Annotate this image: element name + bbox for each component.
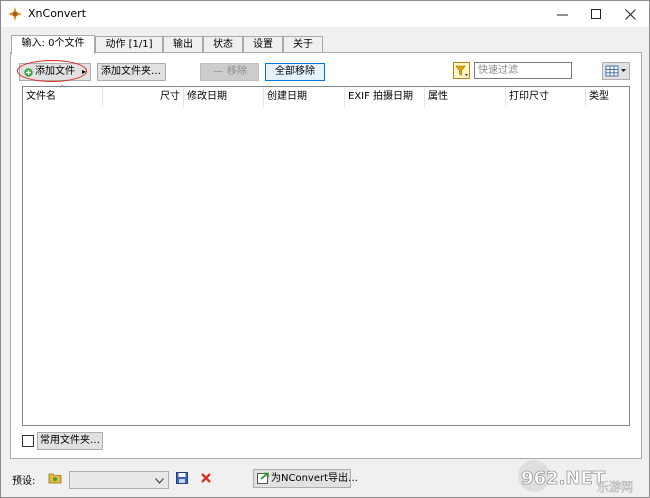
column-header-size[interactable]: 尺寸 bbox=[103, 87, 184, 107]
export-icon bbox=[257, 472, 269, 490]
column-header-created-date[interactable]: 创建日期 bbox=[264, 87, 345, 107]
remove-all-button[interactable]: 全部移除 bbox=[265, 63, 325, 81]
favorites-checkbox[interactable] bbox=[22, 435, 34, 447]
highlight-circle bbox=[17, 60, 87, 82]
export-nconvert-button[interactable]: 为NConvert导出… bbox=[253, 469, 358, 490]
svg-text:乐游网: 乐游网 bbox=[597, 480, 633, 493]
tab-input[interactable]: 输入: 0个文件 bbox=[11, 35, 95, 54]
preset-select[interactable] bbox=[69, 471, 169, 489]
save-preset-button[interactable] bbox=[176, 472, 188, 484]
chevron-down-icon bbox=[155, 478, 164, 484]
column-header-filename[interactable]: 文件名 bbox=[23, 87, 103, 107]
preset-label: 预设: bbox=[12, 476, 36, 487]
remove-label: 移除 bbox=[227, 66, 247, 77]
tab-about[interactable]: 关于 bbox=[283, 36, 323, 53]
column-header-print-size[interactable]: 打印尺寸 bbox=[506, 87, 586, 107]
view-mode-button[interactable] bbox=[602, 62, 630, 80]
window-title: XnConvert bbox=[28, 7, 87, 20]
column-header-attributes[interactable]: 属性 bbox=[425, 87, 506, 107]
grid-view-icon bbox=[605, 65, 626, 77]
export-label: 为NConvert导出… bbox=[271, 473, 359, 484]
close-icon bbox=[624, 8, 636, 20]
column-header-type[interactable]: 类型 bbox=[586, 87, 629, 107]
add-folder-button[interactable]: 添加文件夹… bbox=[97, 63, 166, 81]
close-button[interactable] bbox=[613, 1, 647, 27]
maximize-icon bbox=[590, 8, 601, 19]
tab-status[interactable]: 状态 bbox=[203, 36, 243, 53]
delete-x-icon bbox=[201, 473, 211, 483]
input-panel: 添加文件 ▸ 添加文件夹… — 移除 全部移除 快速过滤 ^ 文件名 尺寸 修改… bbox=[10, 52, 642, 459]
svg-text:962.NET: 962.NET bbox=[521, 468, 606, 489]
column-header-exif-date[interactable]: EXIF 拍摄日期 bbox=[345, 87, 425, 107]
minus-icon: — bbox=[213, 66, 223, 77]
remove-button[interactable]: — 移除 bbox=[200, 63, 259, 81]
tab-settings[interactable]: 设置 bbox=[243, 36, 283, 53]
column-header-modified-date[interactable]: 修改日期 bbox=[184, 87, 264, 107]
favorite-folders-button[interactable]: 常用文件夹… bbox=[37, 432, 103, 450]
open-preset-button[interactable] bbox=[48, 471, 62, 485]
folder-icon bbox=[48, 473, 62, 484]
app-window: XnConvert 输入: 0个文件 动作 [1/1] 输出 状态 设置 关于 … bbox=[0, 0, 650, 498]
title-bar: XnConvert bbox=[1, 1, 649, 27]
quick-filter-input[interactable]: 快速过滤 bbox=[474, 62, 572, 79]
tab-actions[interactable]: 动作 [1/1] bbox=[95, 36, 163, 53]
maximize-button[interactable] bbox=[579, 1, 613, 27]
tab-output[interactable]: 输出 bbox=[163, 36, 203, 53]
xnconvert-app-icon bbox=[8, 7, 22, 21]
minimize-button[interactable] bbox=[545, 1, 579, 27]
save-disk-icon bbox=[176, 472, 188, 484]
filter-button[interactable] bbox=[453, 62, 470, 79]
minimize-icon bbox=[556, 14, 568, 15]
funnel-icon bbox=[453, 62, 470, 79]
site-watermark-logo: 962.NET 乐游网 bbox=[517, 459, 643, 494]
delete-preset-button[interactable] bbox=[200, 472, 212, 484]
file-list[interactable]: ^ 文件名 尺寸 修改日期 创建日期 EXIF 拍摄日期 属性 打印尺寸 类型 bbox=[22, 84, 630, 426]
